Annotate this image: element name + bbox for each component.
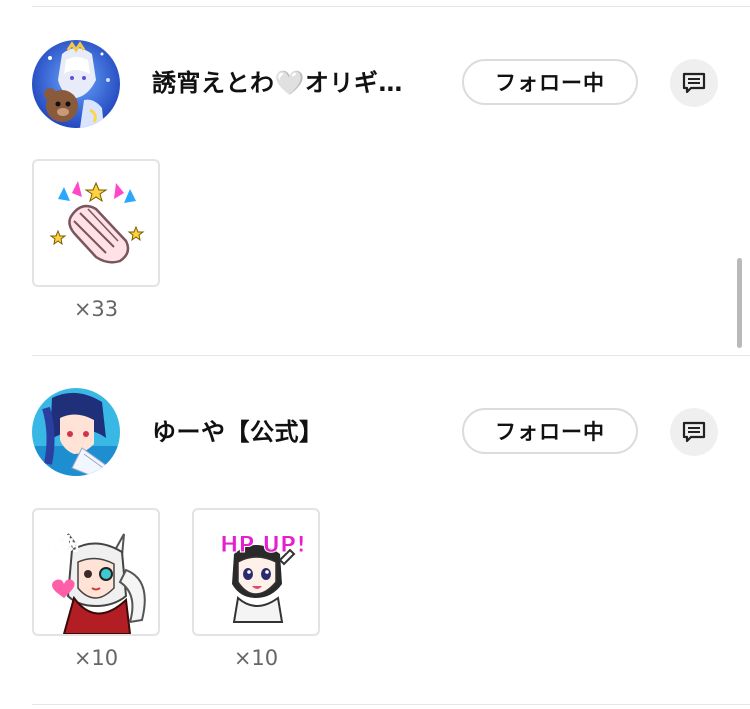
user-avatar-icon[interactable] bbox=[32, 40, 120, 128]
username[interactable]: ゆーや【公式】 bbox=[152, 417, 324, 447]
message-button[interactable] bbox=[670, 59, 718, 107]
sticker[interactable]: HP UP! bbox=[192, 508, 320, 636]
sticker[interactable] bbox=[32, 159, 160, 287]
sticker[interactable]: 珍好 bbox=[32, 508, 160, 636]
divider bbox=[32, 355, 750, 356]
message-icon bbox=[682, 421, 706, 443]
scrollbar[interactable] bbox=[737, 258, 742, 348]
username[interactable]: 誘宵えとわ🤍オリギ… bbox=[152, 68, 403, 98]
fox-girl-sticker-icon: 珍好 bbox=[48, 533, 146, 634]
hp-up-sticker-icon: HP UP! bbox=[220, 533, 307, 623]
divider bbox=[32, 6, 750, 7]
message-icon bbox=[682, 72, 706, 94]
divider bbox=[32, 704, 750, 705]
sticker-count: ×10 bbox=[73, 646, 119, 670]
sticker-text: HP UP! bbox=[220, 533, 306, 558]
following-button[interactable]: フォロー中 bbox=[462, 408, 638, 454]
clapping-hands-sticker-icon bbox=[49, 181, 145, 264]
user-avatar-icon[interactable] bbox=[32, 388, 120, 476]
following-button[interactable]: フォロー中 bbox=[462, 59, 638, 105]
message-button[interactable] bbox=[670, 408, 718, 456]
sticker-count: ×10 bbox=[233, 646, 279, 670]
sticker-text: 珍好 bbox=[48, 534, 82, 555]
sticker-count: ×33 bbox=[73, 297, 119, 321]
